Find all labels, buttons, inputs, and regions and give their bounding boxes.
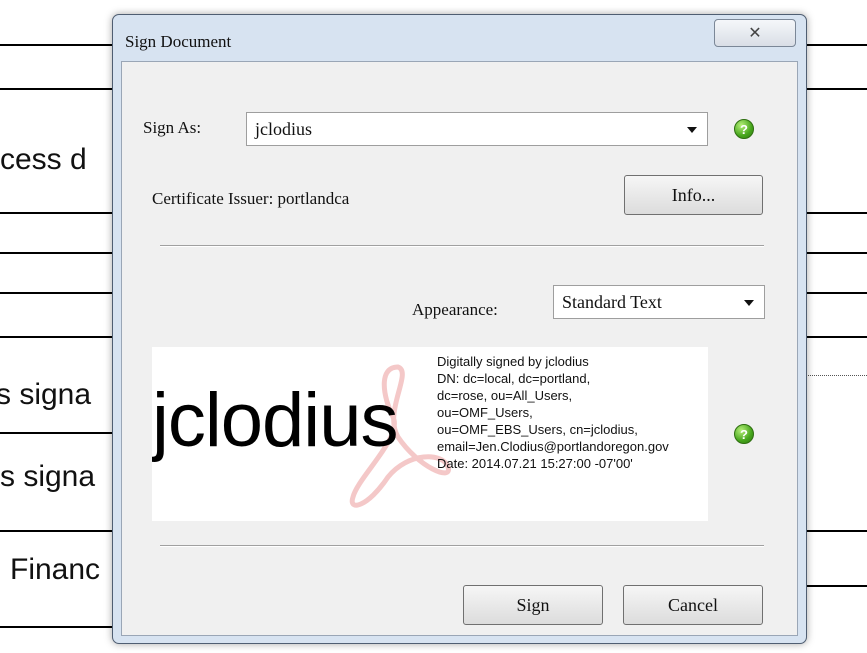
- close-icon: ✕: [748, 25, 762, 42]
- appearance-value: Standard Text: [562, 292, 662, 312]
- help-icon-glyph: ?: [740, 121, 748, 137]
- sign-as-value: jclodius: [255, 119, 312, 139]
- help-icon[interactable]: ?: [734, 424, 754, 444]
- doc-text-fragment: Financ: [10, 553, 101, 586]
- doc-rule: [0, 530, 130, 532]
- dropdown-arrow-icon: [687, 127, 697, 133]
- appearance-label: Appearance:: [412, 300, 498, 319]
- signature-detail-line: DN: dc=local, dc=portland,: [437, 371, 591, 386]
- appearance-dropdown[interactable]: Standard Text: [553, 285, 765, 319]
- signature-detail-line: dc=rose, ou=All_Users,: [437, 388, 573, 403]
- doc-rule: [0, 336, 130, 338]
- separator: [160, 545, 764, 547]
- dropdown-arrow-icon: [744, 300, 754, 306]
- signature-detail-line: ou=OMF_Users,: [437, 405, 533, 420]
- doc-rule: [0, 88, 130, 90]
- doc-text-fragment: s signa: [0, 460, 96, 493]
- separator: [160, 245, 764, 247]
- doc-rule: [0, 44, 130, 46]
- sign-button[interactable]: Sign: [463, 585, 603, 625]
- doc-rule: [0, 292, 130, 294]
- sign-document-dialog: Sign Document ✕ Sign As: jclodius ? Cert…: [112, 14, 807, 644]
- dialog-body: Sign As: jclodius ? Certificate Issuer: …: [121, 61, 798, 636]
- doc-rule: [0, 252, 130, 254]
- help-icon[interactable]: ?: [734, 119, 754, 139]
- doc-rule: [0, 212, 130, 214]
- certificate-issuer-text: Certificate Issuer: portlandca: [152, 189, 350, 208]
- signature-details: Digitally signed by jclodius DN: dc=loca…: [437, 353, 707, 472]
- signature-detail-line: email=Jen.Clodius@portlandoregon.gov: [437, 439, 669, 454]
- signature-detail-line: ou=OMF_EBS_Users, cn=jclodius,: [437, 422, 638, 437]
- doc-rule: [0, 432, 130, 434]
- signature-name: jclodius: [152, 378, 398, 463]
- help-icon-glyph: ?: [740, 426, 748, 442]
- signature-detail-line: Digitally signed by jclodius: [437, 354, 589, 369]
- dialog-titlebar[interactable]: Sign Document ✕: [113, 15, 806, 61]
- close-button[interactable]: ✕: [714, 19, 796, 47]
- doc-text-fragment: s signa: [0, 378, 92, 411]
- sign-as-dropdown[interactable]: jclodius: [246, 112, 708, 146]
- signature-preview: jclodius Digitally signed by jclodius DN…: [152, 347, 708, 521]
- doc-text-fragment: cess d: [0, 143, 87, 176]
- sign-as-label: Sign As:: [143, 118, 202, 137]
- cancel-button[interactable]: Cancel: [623, 585, 763, 625]
- signature-detail-line: Date: 2014.07.21 15:27:00 -07'00': [437, 456, 633, 471]
- info-button[interactable]: Info...: [624, 175, 763, 215]
- doc-rule: [0, 626, 130, 628]
- dialog-title: Sign Document: [125, 32, 232, 51]
